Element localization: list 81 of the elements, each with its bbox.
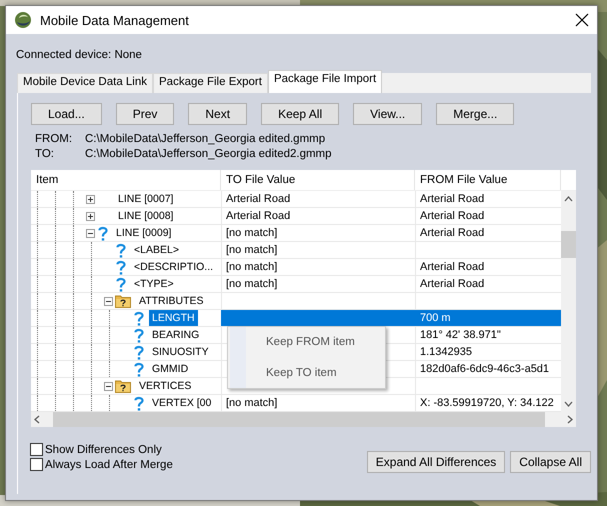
tree-item[interactable]: LINE [0008] — [115, 208, 176, 224]
tree-item[interactable]: SINUOSITY — [149, 344, 212, 360]
file-path: C:\MobileData\Jefferson_Georgia edited.gmmp — [85, 133, 326, 145]
tree-item[interactable]: VERTEX [00 — [149, 395, 214, 411]
action-button[interactable]: Collapse All — [510, 451, 591, 473]
question-icon — [115, 276, 127, 292]
tree-item[interactable]: <DESCRIPTIO... — [131, 259, 216, 275]
expand-icon[interactable] — [86, 212, 95, 220]
table-cell-text: [no match] — [225, 243, 278, 258]
table-cell-text: [no match] — [225, 226, 278, 241]
tab[interactable]: Package File Export — [153, 73, 268, 93]
tab[interactable]: Package File Import — [268, 70, 382, 93]
window-title: Mobile Data Management — [40, 12, 190, 28]
tree-item[interactable]: ATTRIBUTES — [136, 293, 207, 309]
table-cell-text: 182d0af6-6dc9-46c3-a5d1 — [419, 362, 550, 377]
table-cell-text: Arterial Road — [419, 209, 486, 224]
table-cell-text: 181° 42' 38.971" — [419, 328, 502, 343]
menu-item[interactable]: Keep TO item — [266, 366, 355, 379]
table-cell-text: Arterial Road — [419, 226, 486, 241]
scroll-up-icon[interactable] — [564, 196, 573, 202]
question-icon — [115, 260, 127, 274]
question-icon — [133, 310, 145, 326]
expand-icon[interactable] — [86, 194, 95, 204]
horizontal-scrollbar[interactable] — [31, 412, 576, 427]
question-icon — [133, 328, 145, 342]
table-cell-text: [no match] — [225, 396, 278, 411]
folder-icon — [115, 379, 131, 393]
collapse-icon[interactable] — [104, 382, 113, 390]
connected-device-label: Connected device: None — [16, 49, 142, 61]
question-icon — [133, 362, 145, 376]
app-logo-icon — [14, 11, 32, 29]
path-label: TO: — [35, 148, 55, 160]
table-cell-text: Arterial Road — [225, 209, 292, 224]
tree-item[interactable]: LINE [0009] — [113, 225, 174, 241]
tab[interactable]: Mobile Device Data Link — [17, 73, 154, 93]
column-header[interactable]: Item — [31, 170, 221, 190]
toolbar-button[interactable]: View... — [353, 103, 422, 125]
toolbar-button[interactable]: Prev — [116, 103, 174, 125]
question-icon — [133, 396, 145, 410]
table-cell-text: Arterial Road — [419, 277, 486, 292]
table-cell-text: 1.1342935 — [419, 345, 473, 360]
tree-item[interactable]: GMMID — [149, 361, 192, 377]
question-icon — [115, 242, 127, 258]
tree-item[interactable]: LINE [0007] — [115, 191, 176, 207]
collapse-icon[interactable] — [104, 296, 113, 306]
scroll-left-icon[interactable] — [34, 415, 40, 424]
column-header[interactable]: FROM File Value — [415, 170, 561, 190]
question-icon — [133, 344, 145, 360]
toolbar-button[interactable]: Merge... — [436, 103, 514, 125]
column-header[interactable]: TO File Value — [221, 170, 415, 190]
tree-item[interactable]: VERTICES — [136, 378, 194, 394]
table-cell-text: X: -83.59919720, Y: 34.122 — [419, 396, 555, 411]
vertical-scrollbar[interactable] — [561, 191, 576, 412]
table-cell-text: [no match] — [225, 260, 278, 275]
tree-item[interactable]: BEARING — [149, 327, 202, 343]
menu-item[interactable]: Keep FROM item — [266, 336, 355, 348]
toolbar-button[interactable]: Next — [188, 103, 248, 125]
scroll-thumb[interactable] — [561, 231, 576, 258]
question-icon — [97, 226, 109, 240]
toolbar-button[interactable]: Keep All — [261, 103, 340, 125]
table-cell-text: [no match] — [225, 277, 278, 292]
tree-item[interactable]: <LABEL> — [131, 242, 182, 258]
path-label: FROM: — [35, 133, 74, 145]
table-cell-text: Arterial Road — [419, 192, 486, 207]
file-path: C:\MobileData\Jefferson_Georgia edited2.gmmp — [85, 148, 332, 160]
checkbox[interactable] — [30, 443, 43, 456]
table-cell-text: Arterial Road — [419, 260, 486, 275]
table-cell-text: Arterial Road — [225, 192, 292, 207]
checkbox[interactable] — [30, 458, 43, 471]
scroll-right-icon[interactable] — [567, 415, 573, 424]
folder-icon — [115, 294, 131, 308]
close-icon[interactable] — [575, 13, 589, 27]
checkbox-label: Always Load After Merge — [45, 458, 173, 470]
action-button[interactable]: Expand All Differences — [366, 451, 506, 473]
table-cell: 700 m — [415, 310, 561, 326]
scroll-down-icon[interactable] — [564, 401, 573, 407]
toolbar-button[interactable]: Load... — [31, 103, 102, 125]
checkbox-label: Show Differences Only — [45, 444, 162, 456]
collapse-icon[interactable] — [86, 228, 95, 238]
tree-item[interactable]: LENGTH — [149, 310, 198, 326]
tree-item[interactable]: <TYPE> — [131, 276, 177, 292]
